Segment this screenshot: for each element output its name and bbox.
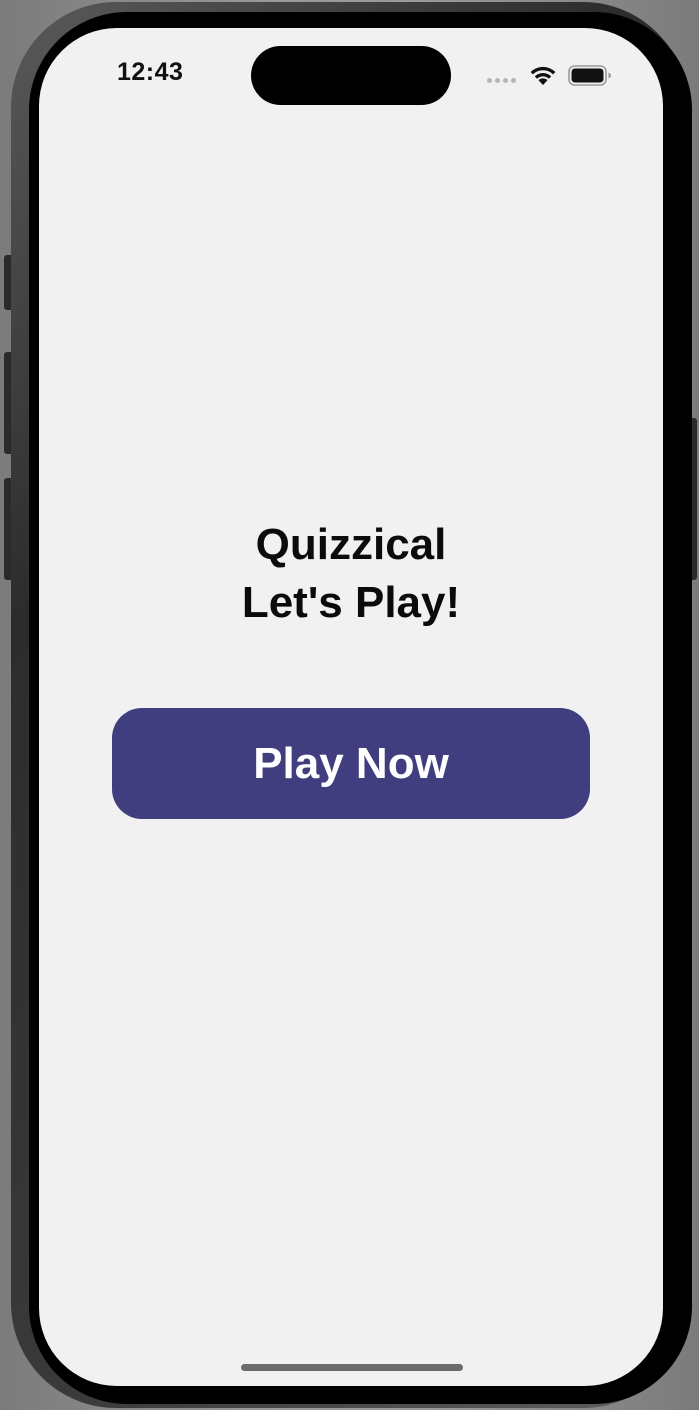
cellular-signal-icon [487, 78, 516, 83]
battery-icon [568, 65, 611, 86]
app-title: Quizzical [255, 520, 447, 569]
wifi-icon [530, 66, 556, 85]
dynamic-island [251, 46, 451, 105]
status-time: 12:43 [117, 58, 184, 86]
app-subtitle: Let's Play! [241, 578, 461, 627]
phone-screen: 12:43 Quizzical Let's Play! Play Now [39, 28, 663, 1386]
simulator-stage: 12:43 Quizzical Let's Play! Play Now [0, 0, 699, 1410]
title-block: Quizzical Let's Play! [39, 516, 663, 632]
play-now-button[interactable]: Play Now [112, 708, 590, 819]
home-indicator[interactable] [241, 1364, 463, 1371]
